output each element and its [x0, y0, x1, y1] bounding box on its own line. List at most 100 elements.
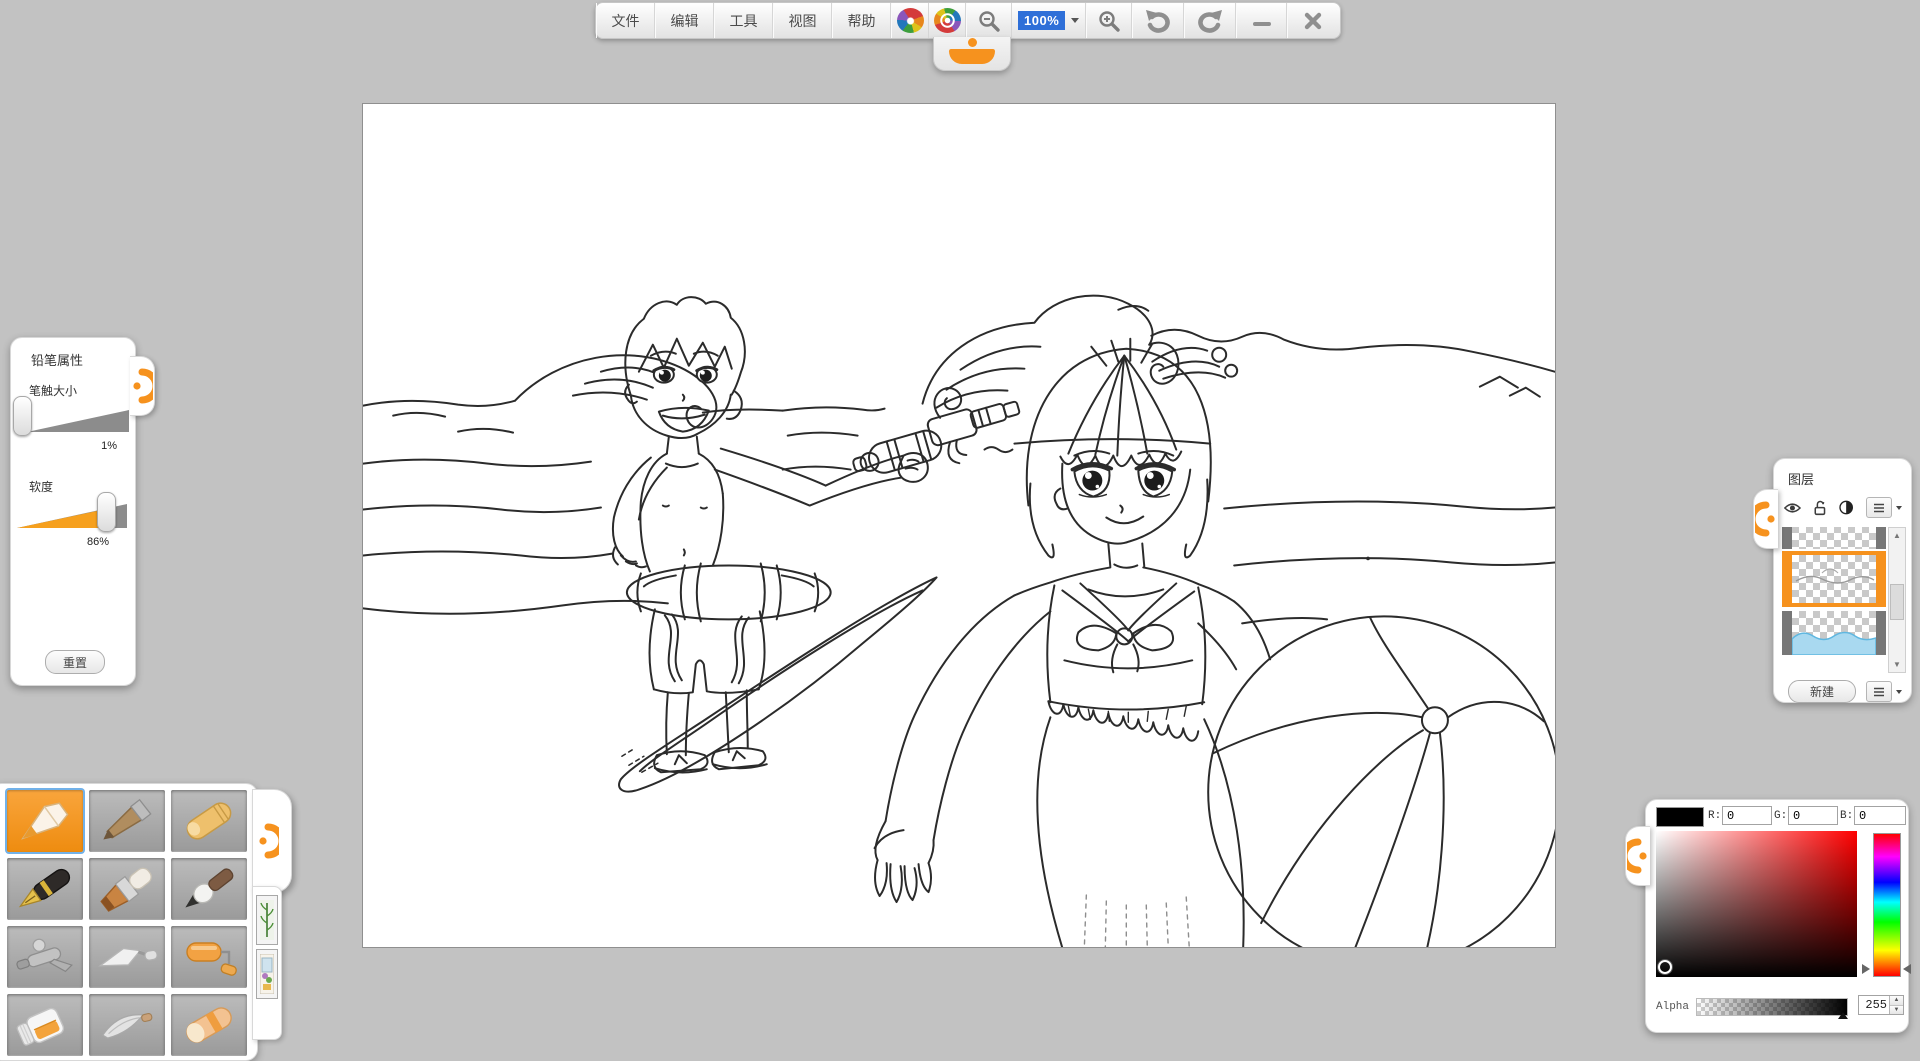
softness-slider-handle[interactable] — [97, 492, 116, 532]
color-picker-panel: R: G: B: Alpha 255 ▲ ▼ — [1645, 799, 1909, 1033]
layer-menu-dropdown-icon[interactable] — [1896, 506, 1902, 510]
zoom-dropdown-arrow-icon[interactable] — [1071, 18, 1079, 23]
hue-marker-right-icon[interactable] — [1903, 964, 1911, 974]
scroll-down-icon[interactable]: ▼ — [1889, 657, 1905, 672]
mascot-right-eye-button[interactable] — [929, 3, 966, 38]
pencil-tool-icon — [13, 795, 77, 847]
redo-button[interactable] — [1184, 3, 1236, 38]
alpha-spin-down-icon[interactable]: ▼ — [1890, 1005, 1903, 1015]
paint-tube-tool-button[interactable] — [7, 994, 83, 1056]
flat-brush-tool-icon — [95, 863, 159, 915]
opacity-contrast-icon[interactable] — [1839, 499, 1853, 516]
new-layer-button[interactable]: 新建 — [1788, 680, 1856, 703]
undo-button[interactable] — [1132, 3, 1184, 38]
zoom-level-combobox[interactable]: 100% — [1012, 3, 1086, 38]
menu-item-help[interactable]: 帮助 — [832, 3, 891, 38]
alpha-marker-icon[interactable] — [1838, 1012, 1848, 1019]
fountain-pen-tool-button[interactable] — [7, 858, 83, 920]
scroll-up-icon[interactable]: ▲ — [1889, 528, 1905, 543]
canvas-artwork — [363, 104, 1555, 947]
layer-scrollbar[interactable]: ▲ ▼ — [1888, 527, 1906, 673]
brush-size-slider-handle[interactable] — [13, 396, 32, 436]
menu-item-file[interactable]: 文件 — [596, 3, 655, 38]
mascot-left-eye-button[interactable] — [891, 3, 929, 38]
hue-bar[interactable] — [1873, 833, 1901, 977]
pencil-panel-grip[interactable] — [130, 356, 155, 416]
brush-size-label: 笔触大小 — [29, 382, 77, 399]
menu-item-tools-label: 工具 — [730, 11, 758, 31]
green-label: G: — [1774, 810, 1787, 822]
app-root: { "app": { "background_color": "#c2c2c2"… — [0, 0, 1920, 1050]
visibility-eye-icon[interactable] — [1784, 501, 1801, 515]
sv-cursor-icon[interactable] — [1658, 960, 1672, 974]
menu-item-tools[interactable]: 工具 — [714, 3, 773, 38]
tool-palette-panel — [0, 783, 258, 1061]
layer-item-bottom[interactable] — [1782, 611, 1886, 655]
alpha-label: Alpha — [1656, 1001, 1689, 1013]
picture-stamp-button[interactable] — [256, 949, 278, 999]
tool-palette-side-strip — [252, 886, 282, 1040]
pencil-panel-title: 铅笔属性 — [31, 350, 83, 369]
layer-sketch-thumbnail — [1792, 555, 1876, 603]
alpha-value[interactable]: 255 — [1859, 996, 1889, 1014]
menu-item-help-label: 帮助 — [848, 11, 876, 31]
crayon-tool-button[interactable] — [171, 790, 247, 852]
brush-size-slider[interactable] — [15, 400, 131, 436]
pencil-tool-button[interactable] — [7, 790, 83, 852]
saturation-value-square[interactable] — [1656, 831, 1857, 977]
layer-bottom-menu — [1866, 681, 1902, 702]
rainbow-swirl-left-icon — [897, 8, 924, 33]
scrollbar-thumb[interactable] — [1890, 584, 1904, 620]
layers-toolbar — [1784, 497, 1902, 518]
reset-button[interactable]: 重置 — [45, 650, 105, 674]
zoom-in-button[interactable] — [1086, 3, 1132, 38]
main-toolbar: 文件 编辑 工具 视图 帮助 100% — [595, 2, 1341, 39]
blue-input[interactable] — [1854, 806, 1906, 825]
quill-knife-tool-button[interactable] — [89, 994, 165, 1056]
menu-item-edit[interactable]: 编辑 — [655, 3, 714, 38]
picture-stamp-icon — [260, 954, 274, 994]
charcoal-pencil-tool-button[interactable] — [89, 790, 165, 852]
drawing-canvas[interactable] — [362, 103, 1556, 948]
plant-stamp-icon — [260, 900, 274, 940]
paint-roller-tool-button[interactable] — [171, 926, 247, 988]
eraser-crayon-tool-button[interactable] — [171, 994, 247, 1056]
airbrush-tool-button[interactable] — [7, 926, 83, 988]
zoom-level-display[interactable]: 100% — [1018, 11, 1065, 30]
ink-brush-tool-button[interactable] — [171, 858, 247, 920]
unlock-icon[interactable] — [1814, 499, 1826, 517]
palette-knife-tool-button[interactable] — [89, 926, 165, 988]
hue-marker-left-icon[interactable] — [1862, 964, 1870, 974]
mascot-tab[interactable] — [933, 37, 1011, 71]
layer-waves-thumbnail — [1792, 611, 1876, 655]
plant-stamp-button[interactable] — [256, 895, 278, 945]
pencil-properties-panel: 铅笔属性 笔触大小 1% 软度 86% 重置 — [10, 337, 136, 686]
color-panel-grip[interactable] — [1625, 826, 1650, 886]
layers-panel-grip[interactable] — [1753, 489, 1778, 549]
layer-options-dropdown-icon[interactable] — [1896, 690, 1902, 694]
layer-menu-button[interactable] — [1866, 497, 1892, 518]
layer-options-button[interactable] — [1866, 681, 1892, 702]
new-layer-button-label: 新建 — [1810, 683, 1834, 700]
paint-tube-tool-icon — [13, 999, 77, 1051]
undo-icon — [1144, 9, 1172, 33]
rainbow-swirl-right-icon — [934, 8, 961, 33]
red-input[interactable] — [1722, 806, 1772, 825]
minimize-button[interactable] — [1236, 3, 1287, 38]
alpha-spin-up-icon[interactable]: ▲ — [1890, 996, 1903, 1005]
menu-item-file-label: 文件 — [612, 11, 640, 31]
charcoal-pencil-tool-icon — [95, 795, 159, 847]
redo-icon — [1196, 9, 1224, 33]
panel-grip-icon — [1627, 838, 1649, 874]
layer-item-selected[interactable] — [1782, 555, 1886, 603]
green-input[interactable] — [1788, 806, 1838, 825]
alpha-slider[interactable] — [1696, 998, 1848, 1016]
close-button[interactable] — [1287, 3, 1337, 38]
fountain-pen-tool-icon — [13, 863, 77, 915]
flat-brush-tool-button[interactable] — [89, 858, 165, 920]
tool-palette-grip[interactable] — [252, 789, 292, 893]
layer-item-top[interactable] — [1782, 527, 1886, 549]
zoom-out-button[interactable] — [966, 3, 1012, 38]
menu-item-view[interactable]: 视图 — [773, 3, 832, 38]
close-icon — [1303, 11, 1323, 31]
